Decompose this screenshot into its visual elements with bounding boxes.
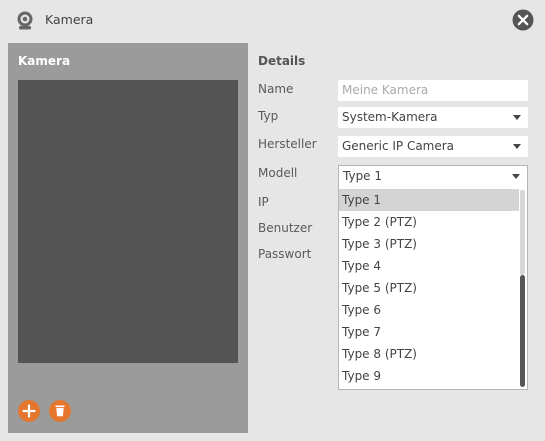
add-camera-button[interactable] <box>18 400 40 422</box>
details-title: Details <box>258 54 306 68</box>
hersteller-value: Generic IP Camera <box>342 139 455 153</box>
dropdown-option[interactable]: Type 4 <box>339 255 519 277</box>
camera-list[interactable] <box>18 80 238 363</box>
hersteller-select[interactable]: Generic IP Camera <box>338 136 528 157</box>
trash-icon <box>55 405 65 417</box>
close-icon[interactable] <box>512 9 534 31</box>
name-label: Name <box>258 82 294 96</box>
typ-select[interactable]: System-Kamera <box>338 107 528 128</box>
chevron-down-icon <box>512 174 520 179</box>
delete-camera-button[interactable] <box>49 400 71 422</box>
dropdown-option[interactable]: Type 6 <box>339 299 519 321</box>
dropdown-option[interactable]: Type 2 (PTZ) <box>339 211 519 233</box>
typ-label: Typ <box>258 109 279 123</box>
title-bar: Kamera <box>0 0 545 40</box>
scrollbar-track[interactable] <box>520 190 525 275</box>
dropdown-option[interactable]: Type 5 (PTZ) <box>339 277 519 299</box>
typ-value: System-Kamera <box>342 110 438 124</box>
webcam-icon <box>16 11 34 30</box>
dropdown-option[interactable]: Type 8 (PTZ) <box>339 343 519 365</box>
modell-dropdown[interactable]: Type 1 Type 2 (PTZ) Type 3 (PTZ) Type 4 … <box>338 189 528 390</box>
dropdown-option[interactable]: Type 3 (PTZ) <box>339 233 519 255</box>
name-field[interactable] <box>338 80 528 101</box>
name-input[interactable] <box>342 83 524 97</box>
modell-select[interactable]: Type 1 <box>338 165 528 189</box>
benutzer-label: Benutzer <box>258 221 313 235</box>
dropdown-option[interactable]: Type 7 <box>339 321 519 343</box>
plus-icon <box>22 404 36 418</box>
chevron-down-icon <box>513 115 521 120</box>
modell-value: Type 1 <box>343 169 383 183</box>
scrollbar-thumb[interactable] <box>520 275 525 387</box>
dropdown-option[interactable]: Type 1 <box>339 189 519 211</box>
ip-label: IP <box>258 195 269 209</box>
passwort-label: Passwort <box>258 247 312 261</box>
modell-label: Modell <box>258 166 298 180</box>
camera-panel-header: Kamera <box>18 54 71 68</box>
dropdown-option[interactable]: Type 9 <box>339 365 519 387</box>
window-title: Kamera <box>45 12 94 27</box>
camera-panel: Kamera <box>8 43 248 433</box>
chevron-down-icon <box>513 144 521 149</box>
hersteller-label: Hersteller <box>258 137 317 151</box>
